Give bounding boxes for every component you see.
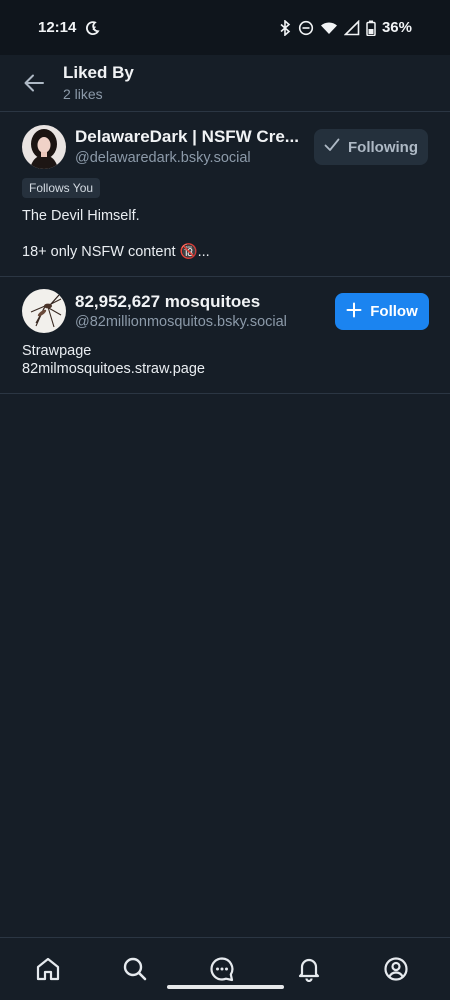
gesture-bar[interactable]	[167, 985, 284, 989]
user-description-line: The Devil Himself.	[22, 208, 140, 224]
home-icon[interactable]	[34, 955, 62, 983]
display-name[interactable]: DelawareDark | NSFW Cre...	[75, 127, 299, 147]
following-button[interactable]: Following	[314, 129, 428, 165]
svg-text:z: z	[93, 25, 97, 32]
profile-icon[interactable]	[382, 955, 410, 983]
display-name[interactable]: 82,952,627 mosquitoes	[75, 292, 260, 312]
do-not-disturb-moon-icon: z	[84, 20, 100, 36]
user-handle: @82millionmosquitos.bsky.social	[75, 314, 287, 330]
user-description-line: 18+ only NSFW content 🔞...	[22, 244, 210, 260]
dnd-icon	[298, 20, 314, 36]
battery-icon	[366, 20, 376, 36]
chat-icon[interactable]	[208, 955, 236, 983]
bottom-navigation	[0, 937, 450, 1000]
follow-button-label: Follow	[370, 303, 418, 320]
checkmark-icon	[324, 138, 340, 156]
battery-percentage: 36%	[381, 19, 412, 36]
search-icon[interactable]	[121, 955, 149, 983]
user-list-item[interactable]: DelawareDark | NSFW Cre... @delawaredark…	[0, 112, 450, 277]
following-button-label: Following	[348, 138, 418, 156]
bluetooth-icon	[278, 19, 292, 36]
user-description-line: 82milmosquitoes.straw.page	[22, 361, 205, 377]
signal-icon	[343, 19, 360, 36]
avatar[interactable]	[22, 289, 66, 333]
plus-icon	[346, 302, 362, 322]
status-bar: 12:14 z 36%	[0, 0, 450, 55]
status-time: 12:14	[38, 19, 77, 36]
back-arrow-icon[interactable]	[20, 69, 48, 97]
user-handle: @delawaredark.bsky.social	[75, 150, 251, 166]
likes-count: 2 likes	[63, 86, 103, 102]
title-block: Liked By 2 likes	[63, 63, 134, 103]
follow-button[interactable]: Follow	[335, 293, 429, 330]
avatar[interactable]	[22, 125, 66, 169]
page-title: Liked By	[63, 63, 134, 82]
bell-icon[interactable]	[295, 955, 323, 983]
user-description-line: Strawpage	[22, 343, 92, 359]
header: Liked By 2 likes	[0, 55, 450, 112]
user-list-item[interactable]: 82,952,627 mosquitoes @82millionmosquito…	[0, 277, 450, 394]
follows-you-badge: Follows You	[22, 178, 101, 198]
wifi-icon	[320, 20, 338, 36]
